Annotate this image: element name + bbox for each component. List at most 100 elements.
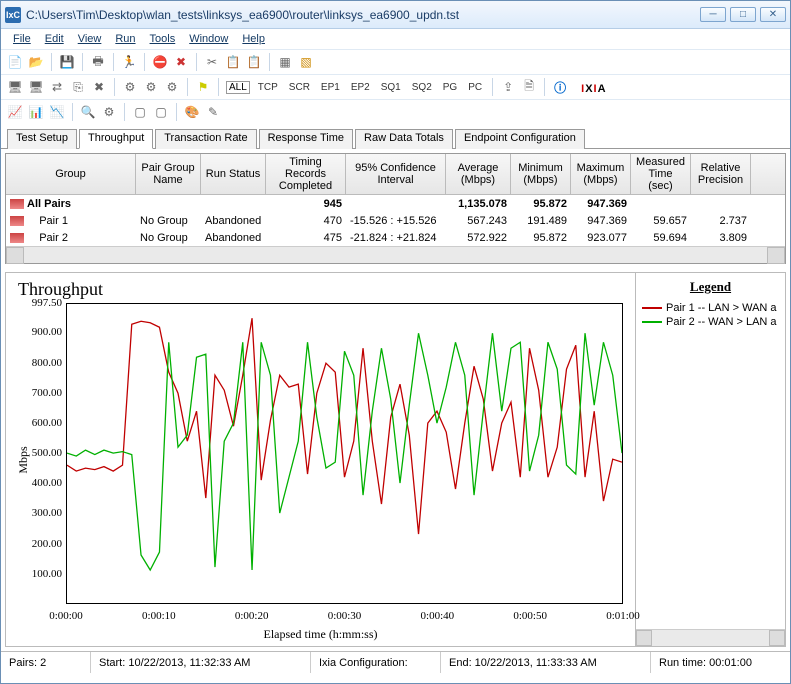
- stop-icon[interactable]: ⛔: [152, 54, 168, 70]
- tab-raw-data-totals[interactable]: Raw Data Totals: [355, 129, 453, 149]
- toolbar-1: 📄 📂 💾 🖶 🏃 ⛔ ✖ ✂ 📋 📋 ▦ ▧: [1, 49, 790, 74]
- cell: 1,135.078: [446, 198, 511, 210]
- cell: -21.824 : +21.824: [346, 232, 446, 244]
- cell: 191.489: [511, 215, 571, 227]
- ep-tree-icon[interactable]: ⇄: [49, 79, 65, 95]
- filter-tcp[interactable]: TCP: [255, 82, 281, 93]
- pair-icon: [10, 216, 24, 226]
- menu-window[interactable]: Window: [183, 31, 234, 47]
- tab-throughput[interactable]: Throughput: [79, 129, 153, 149]
- series-line: [67, 333, 622, 570]
- chart-area-icon[interactable]: 📉: [49, 104, 65, 120]
- export-icon[interactable]: ⇪: [500, 79, 516, 95]
- chart-xlabel: Elapsed time (h:mm:ss): [6, 627, 635, 642]
- col-header[interactable]: Timing Records Completed: [266, 154, 346, 194]
- col-header[interactable]: Group: [6, 154, 136, 194]
- filter-sq1[interactable]: SQ1: [378, 82, 404, 93]
- chart-bar-icon[interactable]: 📊: [28, 104, 44, 120]
- menu-tools[interactable]: Tools: [144, 31, 182, 47]
- report-icon[interactable]: 🗎: [521, 79, 537, 95]
- cut-icon[interactable]: ✂: [204, 54, 220, 70]
- status-end: End: 10/22/2013, 11:33:33 AM: [441, 652, 651, 673]
- ep-edit-icon[interactable]: 🖥: [28, 79, 44, 95]
- filter-pg[interactable]: PG: [440, 82, 460, 93]
- col-header[interactable]: Maximum (Mbps): [571, 154, 631, 194]
- menubar: File Edit View Run Tools Window Help: [1, 29, 790, 49]
- ep-del-icon[interactable]: ✖: [91, 79, 107, 95]
- cell: 59.694: [631, 232, 691, 244]
- paste-icon[interactable]: 📋: [246, 54, 262, 70]
- cfg-b-icon[interactable]: ⚙: [143, 79, 159, 95]
- col-header[interactable]: Pair Group Name: [136, 154, 201, 194]
- cell: 947.369: [571, 215, 631, 227]
- style-icon[interactable]: ✎: [205, 104, 221, 120]
- close-button[interactable]: ✕: [760, 7, 786, 22]
- col-header[interactable]: Minimum (Mbps): [511, 154, 571, 194]
- run-icon[interactable]: 🏃: [121, 54, 137, 70]
- menu-run[interactable]: Run: [109, 31, 141, 47]
- col-header[interactable]: 95% Confidence Interval: [346, 154, 446, 194]
- filter-sq2[interactable]: SQ2: [409, 82, 435, 93]
- cell: 923.077: [571, 232, 631, 244]
- cell: 475: [266, 232, 346, 244]
- tool-a-icon[interactable]: ▦: [277, 54, 293, 70]
- maximize-button[interactable]: □: [730, 7, 756, 22]
- filter-pc[interactable]: PC: [465, 82, 485, 93]
- cell: 572.922: [446, 232, 511, 244]
- minimize-button[interactable]: ─: [700, 7, 726, 22]
- col-header[interactable]: Run Status: [201, 154, 266, 194]
- col-header[interactable]: Average (Mbps): [446, 154, 511, 194]
- ep-add-icon[interactable]: 🖥: [7, 79, 23, 95]
- grid-header: GroupPair Group NameRun StatusTiming Rec…: [6, 154, 785, 195]
- chart-area: Throughput Mbps Elapsed time (h:mm:ss) 9…: [5, 272, 786, 647]
- ep-copy-icon[interactable]: ⎘: [70, 79, 86, 95]
- cfg-c-icon[interactable]: ⚙: [164, 79, 180, 95]
- grid-h-scrollbar[interactable]: [6, 246, 785, 263]
- opt-b-icon[interactable]: ▢: [153, 104, 169, 120]
- filter-ep1[interactable]: EP1: [318, 82, 343, 93]
- titlebar[interactable]: IxC C:\Users\Tim\Desktop\wlan_tests\link…: [1, 1, 790, 29]
- y-tick-label: 300.00: [6, 507, 62, 519]
- cfg-a-icon[interactable]: ⚙: [122, 79, 138, 95]
- filter-all[interactable]: ALL: [226, 81, 250, 94]
- print-icon[interactable]: 🖶: [90, 54, 106, 70]
- new-icon[interactable]: 📄: [7, 54, 23, 70]
- open-icon[interactable]: 📂: [28, 54, 44, 70]
- tool-b-icon[interactable]: ▧: [298, 54, 314, 70]
- menu-help[interactable]: Help: [236, 31, 271, 47]
- save-icon[interactable]: 💾: [59, 54, 75, 70]
- chart-plot-box[interactable]: [66, 303, 623, 604]
- abort-icon[interactable]: ✖: [173, 54, 189, 70]
- tab-transaction-rate[interactable]: Transaction Rate: [155, 129, 256, 149]
- cell: No Group: [136, 232, 201, 244]
- palette-icon[interactable]: 🎨: [184, 104, 200, 120]
- chart-line-icon[interactable]: 📈: [7, 104, 23, 120]
- tab-test-setup[interactable]: Test Setup: [7, 129, 77, 149]
- opt-a-icon[interactable]: ▢: [132, 104, 148, 120]
- col-header[interactable]: Measured Time (sec): [631, 154, 691, 194]
- menu-file[interactable]: File: [7, 31, 37, 47]
- filter-scr[interactable]: SCR: [286, 82, 313, 93]
- legend-item[interactable]: Pair 1 -- LAN > WAN a: [636, 301, 785, 315]
- flag-icon[interactable]: ⚑: [195, 79, 211, 95]
- menu-view[interactable]: View: [72, 31, 108, 47]
- cell: -15.526 : +15.526: [346, 215, 446, 227]
- menu-edit[interactable]: Edit: [39, 31, 70, 47]
- zoom-icon[interactable]: 🔍: [80, 104, 96, 120]
- table-row[interactable]: Pair 2No GroupAbandoned475-21.824 : +21.…: [6, 229, 785, 246]
- table-row[interactable]: All Pairs9451,135.07895.872947.369: [6, 195, 785, 212]
- legend-h-scrollbar[interactable]: [636, 629, 785, 646]
- config-icon[interactable]: ⚙: [101, 104, 117, 120]
- info-icon[interactable]: ⓘ: [552, 79, 568, 95]
- tab-response-time[interactable]: Response Time: [259, 129, 353, 149]
- cell: Abandoned: [201, 215, 266, 227]
- chart-main: Throughput Mbps Elapsed time (h:mm:ss) 9…: [6, 273, 635, 646]
- toolbar-2: 🖥 🖥 ⇄ ⎘ ✖ ⚙ ⚙ ⚙ ⚑ ALL TCP SCR EP1 EP2 SQ…: [1, 74, 790, 99]
- tab-endpoint-configuration[interactable]: Endpoint Configuration: [455, 129, 585, 149]
- filter-ep2[interactable]: EP2: [348, 82, 373, 93]
- y-tick-label: 900.00: [6, 326, 62, 338]
- table-row[interactable]: Pair 1No GroupAbandoned470-15.526 : +15.…: [6, 212, 785, 229]
- col-header[interactable]: Relative Precision: [691, 154, 751, 194]
- copy-icon[interactable]: 📋: [225, 54, 241, 70]
- legend-item[interactable]: Pair 2 -- WAN > LAN a: [636, 315, 785, 329]
